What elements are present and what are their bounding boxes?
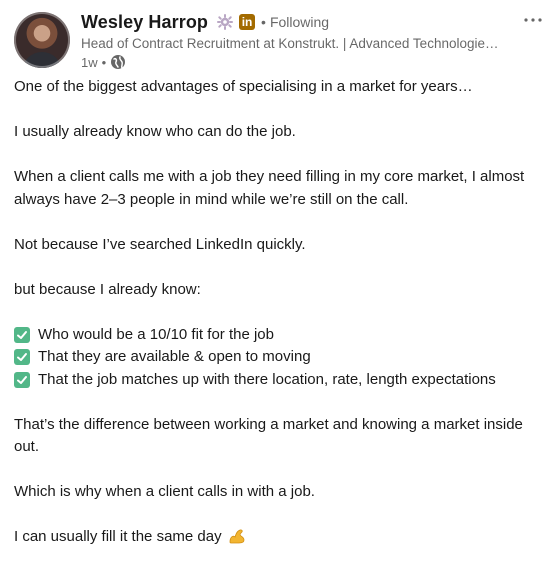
post-paragraph: When a client calls me with a job they n… — [14, 168, 525, 208]
post-paragraph: That’s the difference between working a … — [14, 415, 523, 456]
flexed-biceps-icon — [228, 528, 246, 544]
check-icon — [14, 371, 30, 388]
checklist-text: That the job matches up with there locat… — [38, 370, 496, 388]
post-content: One of the biggest advantages of special… — [14, 76, 544, 571]
more-options-button[interactable] — [520, 10, 546, 30]
post-meta: 1w • — [81, 53, 511, 71]
name-row: Wesley Harrop in • Following — [81, 10, 511, 34]
checklist-item: That they are available & open to moving — [14, 346, 544, 369]
post-paragraph: but because I already know: — [14, 280, 201, 298]
author-headline: Head of Contract Recruitment at Konstruk… — [81, 36, 501, 51]
check-icon — [14, 349, 30, 366]
checklist-item: That the job matches up with there locat… — [14, 369, 544, 392]
post-paragraph: Which is why when a client calls in with… — [14, 483, 315, 500]
checklist-text: That they are available & open to moving — [38, 348, 311, 365]
gear-icon — [216, 13, 234, 31]
avatar-ring — [14, 12, 70, 68]
avatar[interactable] — [14, 12, 70, 68]
meta-separator: • — [101, 54, 107, 70]
linkedin-icon: in — [239, 14, 256, 30]
separator-dot: • — [261, 14, 266, 30]
globe-icon — [110, 54, 126, 70]
check-icon — [14, 326, 30, 343]
post-time[interactable]: 1w — [81, 55, 98, 70]
checklist: Who would be a 10/10 fit for the job Tha… — [14, 324, 544, 392]
checklist-text: Who would be a 10/10 fit for the job — [38, 325, 274, 343]
author-name[interactable]: Wesley Harrop — [81, 12, 208, 33]
post-paragraph: One of the biggest advantages of special… — [14, 78, 473, 95]
more-icon — [524, 18, 542, 22]
post-header: Wesley Harrop in • Following Head of Con… — [81, 10, 511, 71]
post-paragraph: I usually already know who can do the jo… — [14, 123, 296, 140]
post-paragraph: Not because I’ve searched LinkedIn quick… — [14, 235, 306, 253]
post-text: I can usually fill it the same day — [14, 528, 222, 545]
post-paragraph-last: I can usually fill it the same day — [14, 526, 544, 549]
linkedin-post: Wesley Harrop in • Following Head of Con… — [0, 0, 558, 553]
following-status[interactable]: Following — [270, 14, 329, 30]
checklist-item: Who would be a 10/10 fit for the job — [14, 324, 544, 347]
